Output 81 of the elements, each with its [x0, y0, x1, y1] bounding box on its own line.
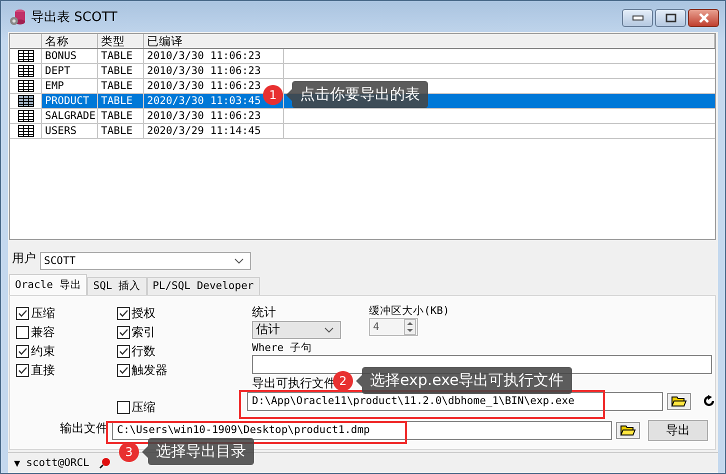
table-cell: TABLE: [98, 49, 144, 63]
executable-field[interactable]: D:\App\Oracle11\product\11.2.0\dbhome_1\BIN\exp.exe: [247, 392, 663, 411]
checkbox[interactable]: 触发器: [116, 362, 246, 378]
statistics-dropdown[interactable]: 估计: [252, 320, 341, 339]
table-cell: BONUS: [42, 49, 98, 63]
table-icon: [18, 80, 34, 92]
checkmark-icon: [118, 308, 129, 319]
database-icon: [9, 8, 27, 26]
close-icon: [696, 13, 710, 23]
table-icon: [18, 95, 34, 107]
checkbox[interactable]: 授权: [116, 306, 246, 321]
checkmark-icon: [17, 308, 28, 319]
table-icon: [18, 110, 34, 122]
buffer-size-spinner[interactable]: 4: [369, 318, 418, 336]
table-row[interactable]: BONUS TABLE 2010/3/30 11:06:23: [10, 49, 715, 64]
maximize-icon: [664, 13, 676, 23]
minimize-icon: [632, 15, 644, 21]
checkmark-icon: [17, 364, 28, 376]
pin-icon: [99, 457, 112, 470]
table-cell: TABLE: [98, 94, 144, 108]
table-cell: 2010/3/30 11:06:23: [144, 109, 284, 123]
user-label: 用户: [12, 250, 36, 267]
spinner-arrows-icon: [404, 318, 416, 335]
checkmark-icon: [118, 346, 129, 357]
chevron-icon: [324, 326, 334, 333]
tab[interactable]: Oracle 导出: [9, 274, 88, 295]
checkmark-icon: [118, 364, 129, 376]
checkmark-icon: [118, 326, 129, 338]
table-row[interactable]: DEPT TABLE 2010/3/30 11:06:23: [10, 64, 715, 79]
callout-tooltip: 选择exp.exe导出可执行文件: [362, 367, 572, 394]
table-cell: TABLE: [98, 79, 144, 93]
table-cell: EMP: [42, 79, 98, 93]
checkbox[interactable]: 兼容: [16, 324, 111, 340]
maximize-button[interactable]: [655, 9, 686, 27]
user-dropdown[interactable]: SCOTT: [40, 252, 251, 270]
checkbox[interactable]: 索引: [116, 324, 246, 340]
export-button[interactable]: 导出: [648, 420, 708, 441]
table-cell: TABLE: [98, 109, 144, 123]
statistics-label: 统计: [252, 304, 276, 321]
table-cell: TABLE: [98, 124, 144, 138]
table-cell: USERS: [42, 124, 98, 138]
column-header[interactable]: 名称: [42, 34, 98, 48]
callout-pointer-tooltip: [142, 446, 148, 458]
where-clause-label: Where 子句: [252, 340, 312, 355]
minimize-button[interactable]: [622, 9, 653, 27]
column-header[interactable]: 类型: [98, 34, 144, 48]
table-cell: SALGRADE: [42, 109, 98, 123]
checkbox[interactable]: 压缩: [116, 400, 246, 415]
callout-tooltip: 点击你要导出的表: [292, 81, 428, 108]
window-title: 导出表 SCOTT: [31, 8, 118, 26]
output-file-field[interactable]: C:\Users\win10-1909\Desktop\product1.dmp: [112, 420, 612, 440]
tab[interactable]: PL/SQL Developer: [146, 276, 260, 295]
table-row[interactable]: USERS TABLE 2020/3/29 11:14:45: [10, 124, 715, 139]
table-row[interactable]: SALGRADE TABLE 2010/3/30 11:06:23: [10, 109, 715, 124]
table-cell: PRODUCT: [42, 94, 98, 108]
table-cell: DEPT: [42, 64, 98, 78]
table-icon: [18, 50, 34, 62]
folder-open-icon[interactable]: [667, 392, 691, 410]
refresh-icon[interactable]: [703, 395, 715, 408]
close-button[interactable]: [688, 9, 719, 27]
checkmark-icon: [17, 346, 28, 357]
checkbox[interactable]: 行数: [116, 344, 246, 359]
checkbox[interactable]: 压缩: [16, 306, 111, 321]
callout-pointer-tooltip: [286, 88, 292, 100]
checkbox[interactable]: 直接: [16, 362, 111, 378]
table-cell: 2010/3/30 11:06:23: [144, 64, 284, 78]
table-cell: 2020/3/29 11:14:45: [144, 124, 284, 138]
tab[interactable]: SQL 插入: [87, 276, 147, 295]
table-icon: [18, 65, 34, 77]
table-cell: TABLE: [98, 64, 144, 78]
table-cell: 2010/3/30 11:06:23: [144, 49, 284, 63]
folder-open-icon[interactable]: [616, 422, 640, 439]
buffer-size-label: 缓冲区大小(KB): [369, 304, 450, 318]
connection-label: scott@ORCL: [26, 457, 90, 470]
chevron-icon: [234, 258, 244, 264]
column-header[interactable]: 已编译: [144, 34, 715, 48]
checkbox[interactable]: 约束: [16, 344, 111, 359]
table-icon: [18, 125, 34, 137]
callout-pointer-tooltip: [356, 374, 362, 386]
callout-tooltip: 选择导出目录: [148, 438, 254, 465]
caret-icon[interactable]: ▼: [14, 458, 20, 468]
